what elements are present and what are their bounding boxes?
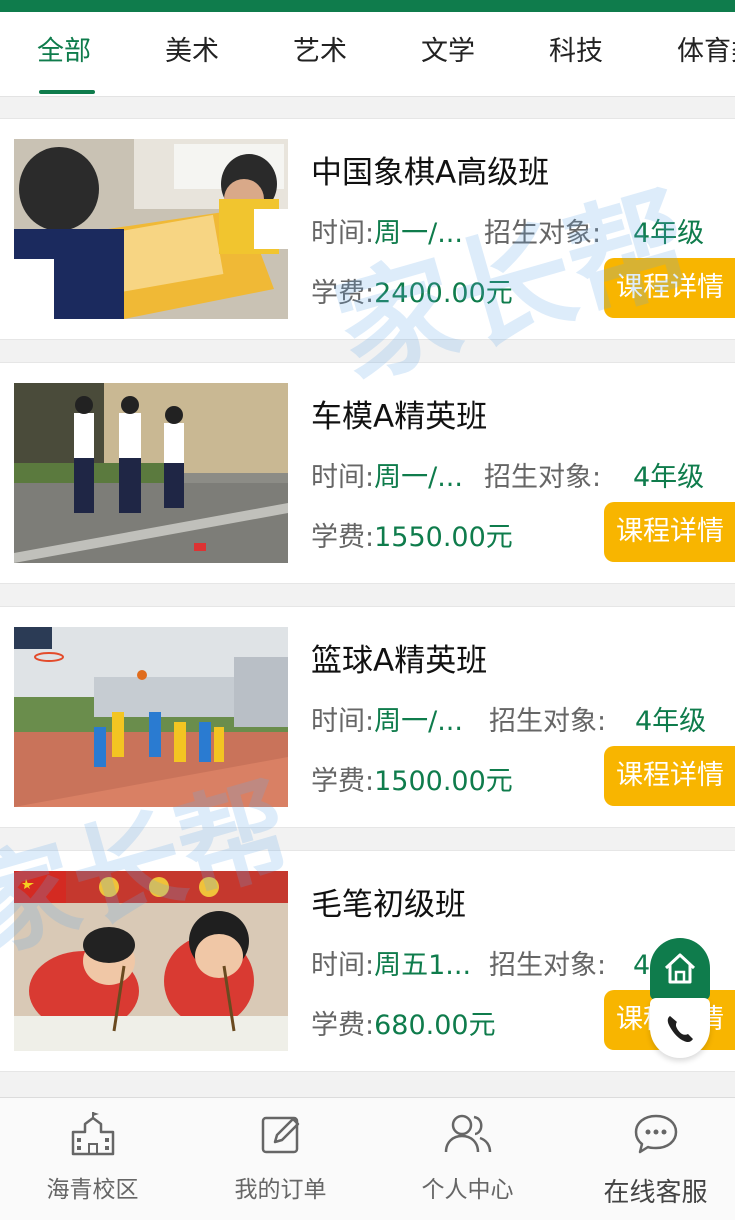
school-icon <box>71 1112 115 1156</box>
nav-label: 个人中心 <box>421 1177 514 1203</box>
course-image <box>14 871 288 1051</box>
nav-profile[interactable]: 个人中心 <box>376 1098 559 1220</box>
course-image <box>14 627 288 807</box>
course-card[interactable]: 中国象棋A高级班 时间:周一/... 招生对象: 4年级 学费:2400.00元… <box>0 118 735 340</box>
course-grade: 4年级 <box>633 462 705 493</box>
basketball-photo <box>14 627 288 807</box>
car-model-photo <box>14 383 288 563</box>
tab-technology[interactable]: 科技 <box>549 34 603 70</box>
tab-arts[interactable]: 艺术 <box>293 34 347 70</box>
course-time: 时间:周一/... <box>311 706 463 737</box>
course-image <box>14 383 288 563</box>
phone-icon <box>667 1016 693 1043</box>
category-tabs: 全部 美术 艺术 文学 科技 体育类 <box>0 12 735 97</box>
float-phone-button[interactable] <box>650 998 710 1058</box>
edit-icon <box>261 1116 300 1154</box>
course-title: 毛笔初级班 <box>311 887 466 923</box>
course-time: 时间:周一/... <box>311 218 463 249</box>
course-target-label: 招生对象: <box>489 950 607 981</box>
course-card[interactable]: 车模A精英班 时间:周一/... 招生对象: 4年级 学费:1550.00元 课… <box>0 362 735 584</box>
course-target-label: 招生对象: <box>484 218 602 249</box>
course-card[interactable]: 篮球A精英班 时间:周一/... 招生对象: 4年级 学费:1500.00元 课… <box>0 606 735 828</box>
nav-label: 我的订单 <box>234 1177 327 1203</box>
course-time: 时间:周一/... <box>311 462 463 493</box>
course-fee: 学费:1550.00元 <box>311 522 513 553</box>
calligraphy-photo <box>14 871 288 1051</box>
course-detail-button[interactable]: 课程详情 <box>604 258 735 318</box>
course-fee: 学费:1500.00元 <box>311 766 513 797</box>
users-icon <box>444 1114 492 1153</box>
course-image <box>14 139 288 319</box>
bottom-navigation: 海青校区 我的订单 个人中心 在线客服 <box>0 1097 735 1220</box>
course-time: 时间:周五1... <box>311 950 472 981</box>
course-fee: 学费:2400.00元 <box>311 278 513 309</box>
tab-all[interactable]: 全部 <box>37 34 91 70</box>
chess-photo <box>14 139 288 319</box>
tab-art[interactable]: 美术 <box>165 34 219 70</box>
course-grade: 4年级 <box>633 218 705 249</box>
course-title: 篮球A精英班 <box>311 643 488 679</box>
nav-customer-service[interactable]: 在线客服 <box>564 1098 735 1220</box>
course-title: 中国象棋A高级班 <box>311 155 550 191</box>
tab-sports[interactable]: 体育类 <box>677 34 735 70</box>
course-target-label: 招生对象: <box>489 706 607 737</box>
nav-orders[interactable]: 我的订单 <box>189 1098 372 1220</box>
course-fee: 学费:680.00元 <box>311 1010 496 1041</box>
active-tab-indicator <box>39 90 95 94</box>
chat-icon <box>634 1114 678 1154</box>
home-icon <box>664 953 696 984</box>
nav-campus[interactable]: 海青校区 <box>1 1098 184 1220</box>
course-title: 车模A精英班 <box>311 399 488 435</box>
nav-label: 在线客服 <box>603 1178 708 1208</box>
course-detail-button[interactable]: 课程详情 <box>604 746 735 806</box>
course-detail-button[interactable]: 课程详情 <box>604 502 735 562</box>
tab-literature[interactable]: 文学 <box>421 34 475 70</box>
float-home-button[interactable] <box>650 938 710 1000</box>
top-accent-bar <box>0 0 735 12</box>
course-target-label: 招生对象: <box>484 462 602 493</box>
course-card[interactable]: 毛笔初级班 时间:周五1... 招生对象: 4年级 学费:680.00元 课程详… <box>0 850 735 1072</box>
course-grade: 4年级 <box>635 706 707 737</box>
nav-label: 海青校区 <box>46 1177 139 1203</box>
